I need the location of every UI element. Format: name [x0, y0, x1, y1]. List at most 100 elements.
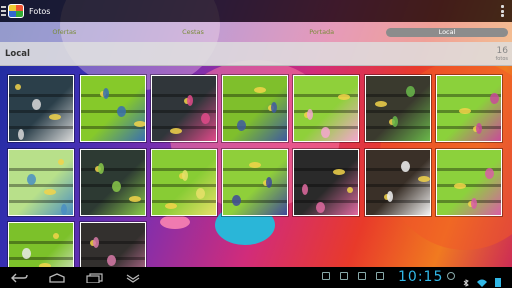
photo-detail	[237, 120, 246, 131]
photo-shelf	[366, 94, 430, 97]
photo-detail	[18, 129, 24, 140]
photo-shelf	[366, 110, 430, 113]
photo-shelf	[366, 184, 430, 187]
photo-detail	[476, 123, 482, 134]
photo-detail	[196, 188, 205, 199]
photo-detail	[15, 84, 21, 90]
app-title: Fotos	[29, 6, 51, 16]
photo-detail	[316, 202, 325, 213]
photo-shelf	[223, 94, 287, 97]
photo-detail	[187, 95, 193, 106]
photo-shelf	[9, 200, 73, 203]
photo-detail	[418, 176, 430, 182]
photo-shelf	[9, 94, 73, 97]
album-title: Local	[5, 49, 30, 59]
photo-detail	[107, 255, 116, 266]
photo-shelf	[81, 94, 145, 97]
photo-detail	[98, 163, 104, 174]
photo-shelf	[81, 126, 145, 129]
photo-detail	[321, 127, 330, 138]
photo-detail	[22, 248, 31, 259]
photo-shelf	[9, 126, 73, 129]
photo-thumbnail[interactable]	[150, 148, 218, 217]
photo-shelf	[366, 168, 430, 171]
photo-thumbnail[interactable]	[292, 74, 360, 143]
photo-detail	[471, 198, 477, 209]
photo-detail	[134, 121, 145, 127]
photo-thumbnail[interactable]	[79, 74, 147, 143]
tab-local[interactable]: Local	[386, 27, 509, 37]
photo-detail	[32, 99, 41, 110]
photo-thumbnail[interactable]	[7, 148, 75, 217]
photo-detail	[401, 161, 410, 172]
photo-thumbnail[interactable]	[364, 148, 432, 217]
photo-thumbnail[interactable]	[435, 74, 503, 143]
photo-shelf	[294, 200, 358, 203]
photo-detail	[392, 116, 398, 127]
recent-apps-icon[interactable]	[84, 271, 106, 285]
tab-portada[interactable]: Portada	[257, 28, 386, 36]
photo-detail	[129, 196, 141, 202]
photo-thumbnail[interactable]	[221, 74, 289, 143]
photo-detail	[387, 191, 393, 202]
photo-shelf	[152, 94, 216, 97]
photo-detail	[49, 114, 61, 120]
photo-shelf	[223, 110, 287, 113]
gallery-icon[interactable]	[8, 4, 24, 18]
photo-detail	[490, 93, 499, 104]
photo-detail	[249, 162, 261, 168]
photo-thumbnail[interactable]	[150, 74, 218, 143]
photo-detail	[112, 181, 121, 192]
photo-detail	[27, 174, 36, 185]
photo-detail	[53, 233, 59, 239]
menu-up-icon[interactable]	[1, 6, 6, 16]
gallery-notification-icon	[322, 272, 330, 280]
photo-detail	[338, 94, 350, 100]
photo-count-label: fotos	[495, 56, 508, 62]
photo-shelf	[152, 184, 216, 187]
photo-thumbnail[interactable]	[221, 148, 289, 217]
image-notification-icon	[358, 272, 366, 280]
wallpaper-balloon	[160, 215, 190, 229]
overflow-menu-icon[interactable]	[500, 5, 504, 17]
battery-icon	[494, 272, 502, 287]
photo-shelf	[437, 184, 501, 187]
photo-detail	[232, 195, 241, 206]
photo-thumbnail[interactable]	[435, 148, 503, 217]
photo-thumbnail[interactable]	[292, 148, 360, 217]
photo-shelf	[437, 126, 501, 129]
photo-shelf	[9, 241, 73, 244]
photo-count: 16 fotos	[496, 46, 508, 62]
photo-detail	[117, 106, 126, 117]
photo-detail	[254, 87, 266, 93]
photo-thumbnail[interactable]	[364, 74, 432, 143]
status-clock: 10:15	[398, 269, 444, 285]
photo-detail	[302, 184, 308, 195]
tab-ofertas[interactable]: Ofertas	[0, 28, 129, 36]
back-icon[interactable]	[8, 271, 30, 285]
photo-detail	[485, 168, 494, 179]
photo-shelf	[9, 168, 73, 171]
photo-shelf	[223, 168, 287, 171]
photo-shelf	[9, 184, 73, 187]
menu-chevron-icon[interactable]	[122, 271, 144, 285]
photo-detail	[266, 177, 272, 188]
photo-thumbnail[interactable]	[7, 74, 75, 143]
photo-count-number: 16	[496, 46, 508, 56]
photo-detail	[459, 108, 471, 114]
photo-detail	[44, 189, 56, 195]
photo-shelf	[366, 200, 430, 203]
photo-detail	[347, 187, 353, 193]
photo-shelf	[223, 184, 287, 187]
photo-detail	[182, 170, 188, 181]
photo-detail	[61, 204, 67, 215]
photo-thumbnail[interactable]	[79, 148, 147, 217]
photo-shelf	[81, 110, 145, 113]
wifi-icon	[477, 272, 487, 287]
album-header: Local 16 fotos	[0, 42, 512, 66]
home-icon[interactable]	[46, 271, 68, 285]
screenshot-notification-icon	[376, 272, 384, 280]
photo-detail	[454, 183, 466, 189]
android-icon	[447, 272, 455, 280]
tab-cestas[interactable]: Cestas	[129, 28, 258, 36]
